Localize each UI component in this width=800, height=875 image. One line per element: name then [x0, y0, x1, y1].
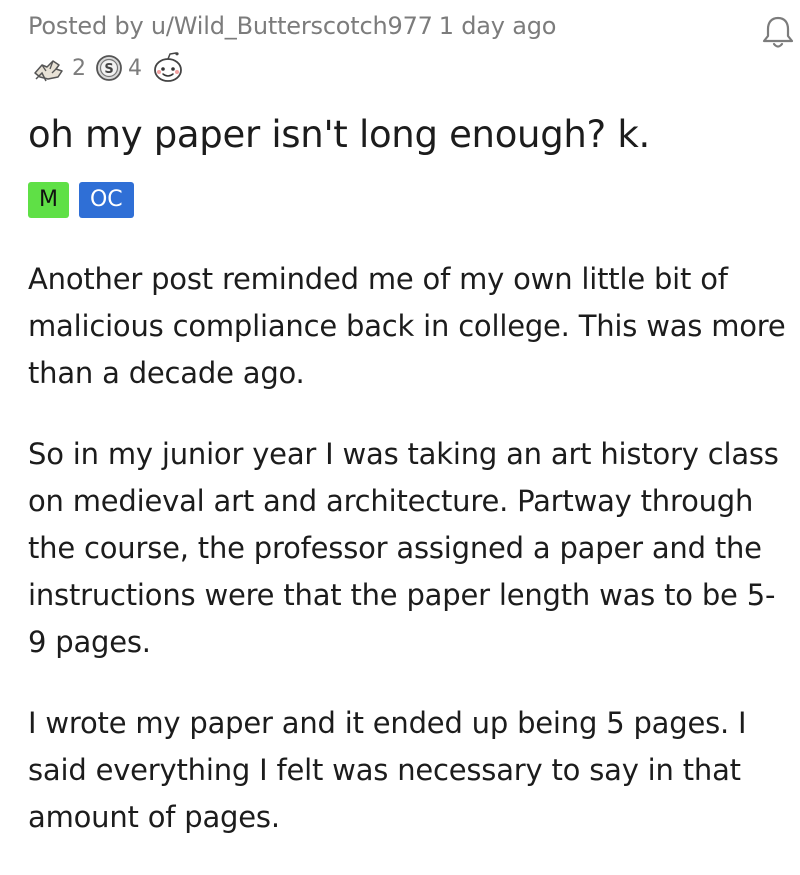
- post-title: oh my paper isn't long enough? k.: [28, 113, 650, 156]
- post-body: Another post reminded me of my own littl…: [28, 256, 788, 875]
- post-meta: Posted by u/Wild_Butterscotch977 1 day ag…: [28, 10, 556, 42]
- award-helping-hand[interactable]: 2: [32, 53, 86, 83]
- bell-icon[interactable]: [758, 12, 798, 52]
- awards-bar: 2 S 4: [32, 50, 194, 86]
- post-paragraph: Another post reminded me of my own littl…: [28, 262, 786, 390]
- flair-row: M OC: [28, 182, 144, 218]
- award-silver[interactable]: S 4: [94, 53, 142, 83]
- author-link[interactable]: Posted by u/Wild_Butterscotch977: [28, 12, 433, 40]
- svg-text:S: S: [104, 62, 113, 77]
- post-time: 1 day ago: [438, 12, 557, 40]
- award-count: 4: [128, 55, 142, 81]
- flair-oc[interactable]: OC: [78, 182, 134, 218]
- silver-award-icon: S: [94, 53, 124, 83]
- award-wholesome[interactable]: [150, 52, 186, 84]
- helping-hand-award-icon: [32, 53, 68, 83]
- post-paragraph: I wrote my paper and it ended up being 5…: [28, 706, 747, 834]
- flair-m[interactable]: M: [28, 182, 69, 218]
- post-paragraph: So in my junior year I was taking an art…: [28, 437, 779, 659]
- wholesome-award-icon: [150, 52, 186, 84]
- award-count: 2: [72, 55, 86, 81]
